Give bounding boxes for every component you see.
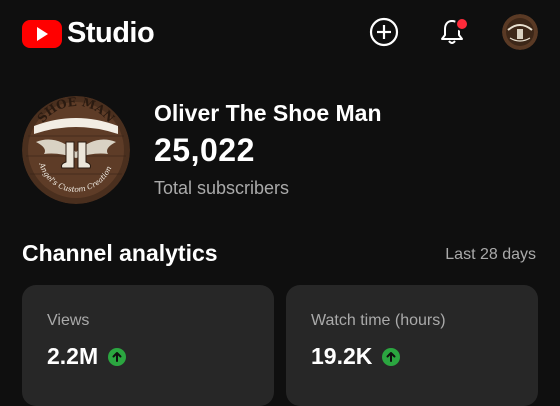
top-app-bar: Studio [0, 0, 560, 64]
views-card[interactable]: Views 2.2M [22, 285, 274, 406]
youtube-play-icon [22, 19, 62, 48]
subscriber-label: Total subscribers [154, 178, 290, 198]
analytics-title: Channel analytics [22, 240, 218, 266]
channel-name: Oliver The Shoe Man [154, 100, 382, 126]
watch-time-value: 19.2K [311, 343, 373, 369]
channel-avatar[interactable]: SHOE MAN Angel's Custom Creations [22, 96, 130, 204]
account-avatar[interactable] [502, 14, 538, 50]
subscriber-count: 25,022 [154, 132, 255, 168]
plus-circle-icon [369, 17, 399, 47]
analytics-period[interactable]: Last 28 days [445, 246, 536, 264]
views-value: 2.2M [47, 343, 99, 369]
watch-time-card[interactable]: Watch time (hours) 19.2K [286, 285, 538, 406]
shoe-man-logo: SHOE MAN Angel's Custom Creations [22, 96, 130, 204]
trend-up-icon [382, 347, 401, 366]
create-button[interactable] [366, 14, 402, 50]
studio-logo[interactable]: Studio [22, 17, 155, 50]
shoe-man-logo-small [502, 14, 538, 50]
studio-logo-text: Studio [67, 17, 155, 49]
views-label: Views [47, 312, 90, 329]
notification-badge [455, 17, 469, 31]
trend-up-icon [108, 347, 127, 366]
channel-header: SHOE MAN Angel's Custom Creations Oliver… [22, 96, 542, 206]
notifications-button[interactable] [434, 14, 470, 50]
watch-time-label: Watch time (hours) [311, 312, 446, 329]
